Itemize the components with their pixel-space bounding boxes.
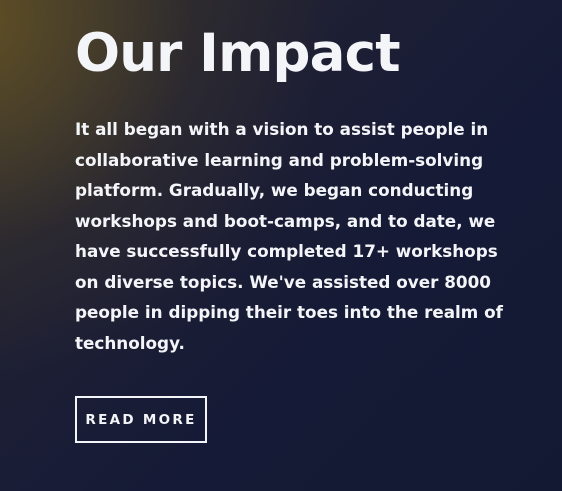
impact-section: Our Impact It all began with a vision to… <box>75 0 505 491</box>
read-more-button[interactable]: READ MORE <box>75 396 207 443</box>
impact-description: It all began with a vision to assist peo… <box>75 119 503 353</box>
section-title: Our Impact <box>75 23 401 84</box>
